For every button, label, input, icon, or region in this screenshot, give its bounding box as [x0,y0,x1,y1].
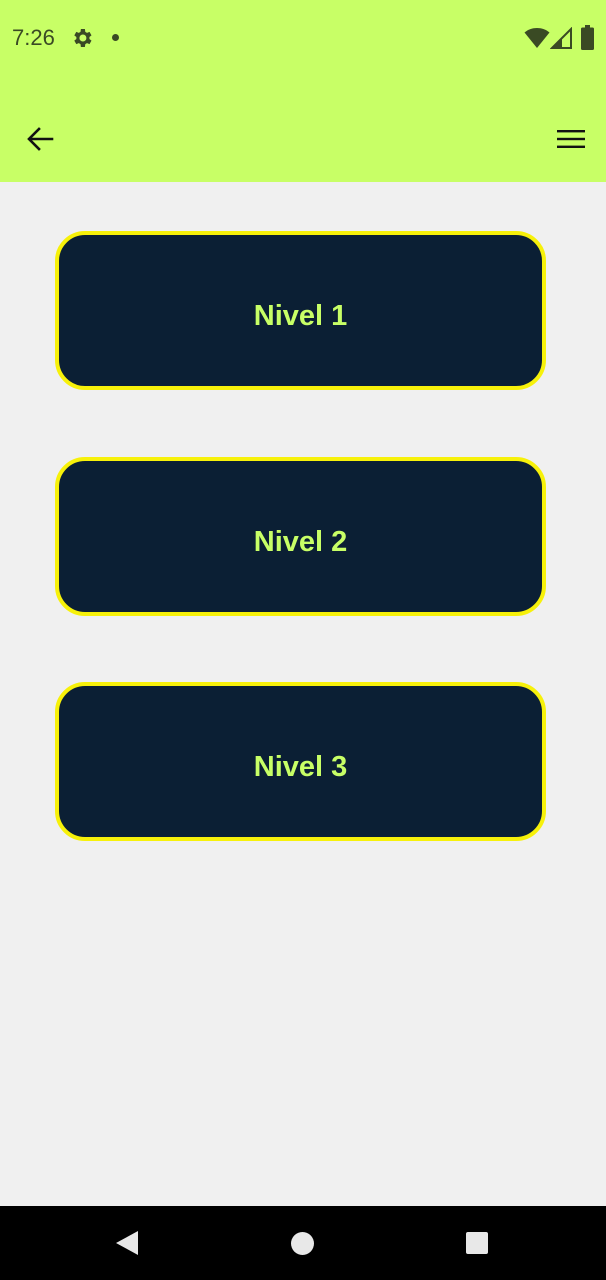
level-3-label: Nivel 3 [253,751,348,783]
hamburger-menu-icon [557,130,585,148]
app-header: 7:26 [0,0,606,182]
level-2-button[interactable]: Nivel 2 [55,457,546,616]
menu-button[interactable] [551,119,591,159]
system-nav-bar [0,1206,606,1280]
wifi-icon [524,28,550,48]
nav-back-icon[interactable] [114,1230,140,1256]
level-3-button[interactable]: Nivel 3 [55,682,546,841]
signal-icon [550,27,572,49]
level-2-label: Nivel 2 [253,526,348,558]
status-time: 7:26 [12,25,55,50]
gear-icon [74,29,92,47]
level-1-label: Nivel 1 [253,300,348,332]
nav-recents-icon[interactable] [466,1232,488,1254]
back-button[interactable] [20,119,60,159]
arrow-left-icon [27,127,54,151]
battery-icon [581,25,594,50]
notification-dot-icon [112,34,119,41]
nav-home-icon[interactable] [291,1232,314,1255]
level-1-button[interactable]: Nivel 1 [55,231,546,390]
